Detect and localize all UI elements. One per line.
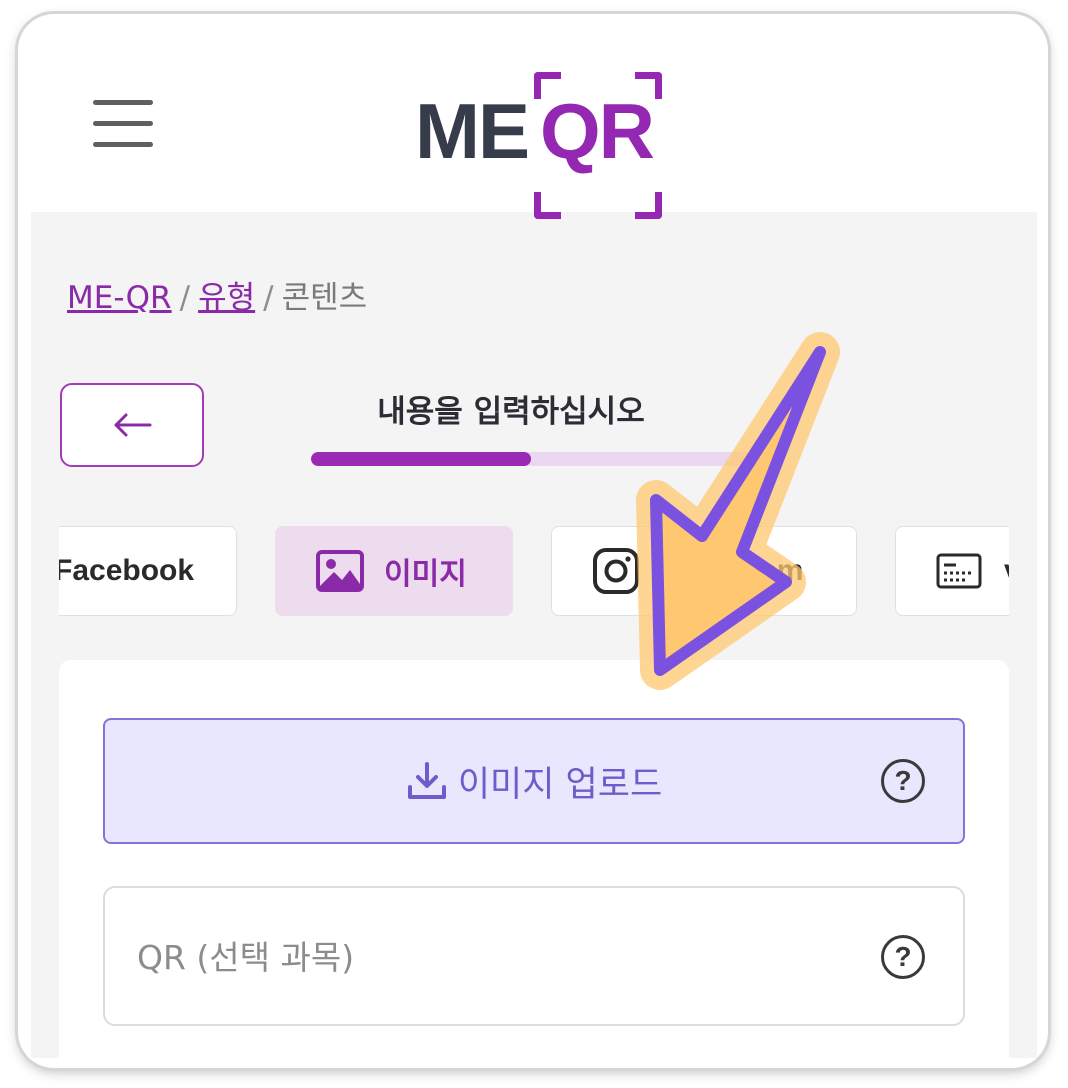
- upload-label: 이미지 업로드: [457, 764, 663, 805]
- tab-facebook[interactable]: Facebook: [59, 526, 237, 616]
- image-upload-button[interactable]: 이미지 업로드 ?: [103, 718, 965, 844]
- tab-vcard[interactable]: vCard: [895, 526, 1009, 616]
- breadcrumb-separator: /: [179, 280, 191, 316]
- instagram-icon: [593, 548, 639, 594]
- help-icon[interactable]: ?: [881, 935, 925, 979]
- tab-image[interactable]: 이미지: [275, 526, 513, 616]
- phone-frame: ME QR ME-QR / 유형 / 콘텐츠 내용을 입력하십시오 Facebook: [18, 14, 1048, 1068]
- progress-fill: [311, 452, 531, 466]
- vcard-icon: [936, 553, 982, 589]
- progress-bar: [311, 452, 751, 466]
- download-icon: [407, 762, 446, 799]
- menu-icon[interactable]: [93, 100, 153, 148]
- tab-instagram[interactable]: Instagram: [551, 526, 857, 616]
- app-screen: ME QR ME-QR / 유형 / 콘텐츠 내용을 입력하십시오 Facebook: [31, 38, 1037, 1058]
- breadcrumb: ME-QR / 유형 / 콘텐츠: [67, 272, 367, 317]
- breadcrumb-current: 콘텐츠: [281, 280, 368, 316]
- tab-label: vCard: [1004, 554, 1009, 588]
- breadcrumb-link-home[interactable]: ME-QR: [67, 280, 172, 316]
- qr-name-input[interactable]: [135, 888, 859, 1026]
- tab-label: Facebook: [59, 554, 195, 587]
- meqr-logo[interactable]: ME QR: [415, 68, 665, 219]
- qr-name-field: ?: [103, 886, 965, 1026]
- app-header: ME QR: [31, 38, 1037, 219]
- step-title: 내용을 입력하십시오: [377, 394, 645, 430]
- arrow-left-icon: [114, 413, 152, 437]
- help-icon[interactable]: ?: [881, 759, 925, 803]
- breadcrumb-link-type[interactable]: 유형: [198, 280, 255, 316]
- image-icon: [316, 550, 364, 592]
- back-button[interactable]: [60, 383, 204, 467]
- content-form-card: 이미지 업로드 ? ?: [59, 660, 1009, 1058]
- breadcrumb-separator: /: [263, 280, 274, 316]
- tab-label: Instagram: [660, 554, 804, 587]
- content-type-tabs: Facebook 이미지 Instagram: [59, 526, 1009, 622]
- tab-label: 이미지: [384, 557, 467, 592]
